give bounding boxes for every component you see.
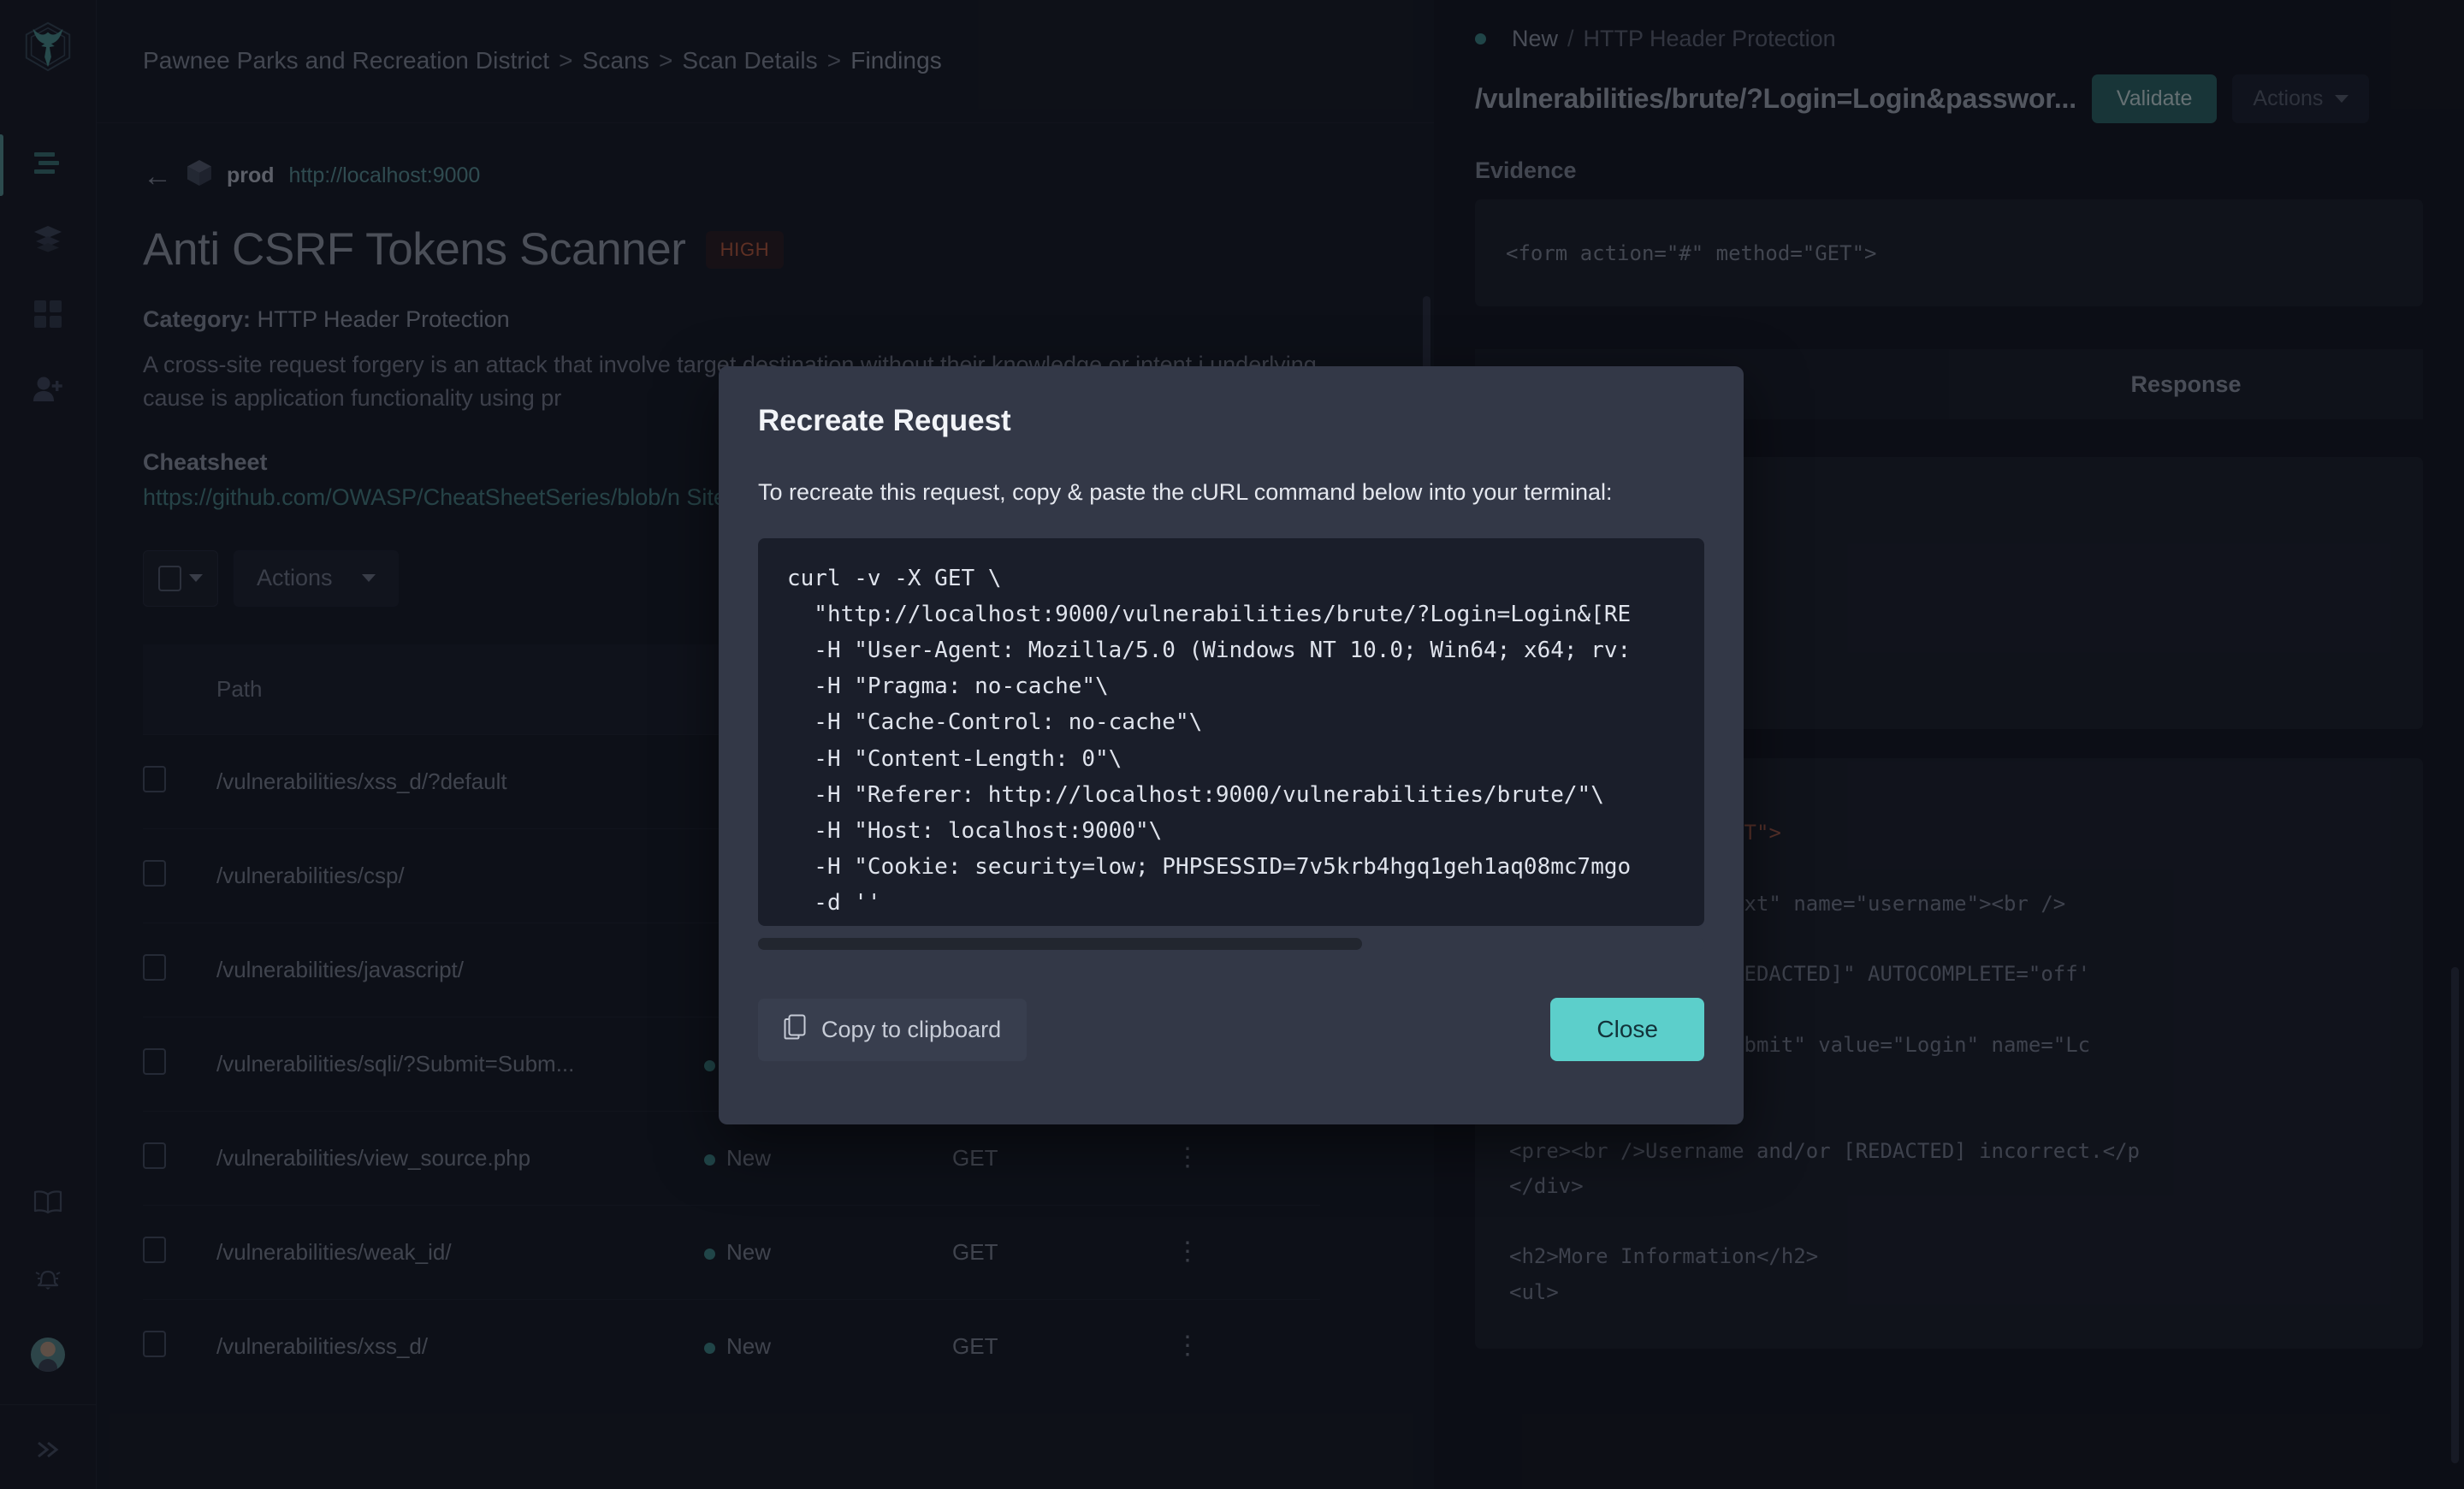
curl-hscrollbar-thumb[interactable] <box>758 938 1362 950</box>
copy-label: Copy to clipboard <box>821 1016 1002 1042</box>
close-button[interactable]: Close <box>1550 998 1704 1061</box>
modal-subtitle: To recreate this request, copy & paste t… <box>758 479 1613 505</box>
copy-to-clipboard-button[interactable]: Copy to clipboard <box>758 998 1028 1061</box>
modal-footer: Copy to clipboard Close <box>758 998 1704 1061</box>
copy-icon <box>784 1014 806 1046</box>
recreate-request-modal: Recreate Request To recreate this reques… <box>719 366 1744 1124</box>
curl-hscrollbar-track[interactable] <box>758 938 1704 950</box>
curl-command-code[interactable]: curl -v -X GET \ "http://localhost:9000/… <box>758 538 1704 926</box>
app-root: Pawnee Parks and Recreation District > S… <box>0 0 2464 1489</box>
modal-title: Recreate Request <box>758 404 1011 437</box>
